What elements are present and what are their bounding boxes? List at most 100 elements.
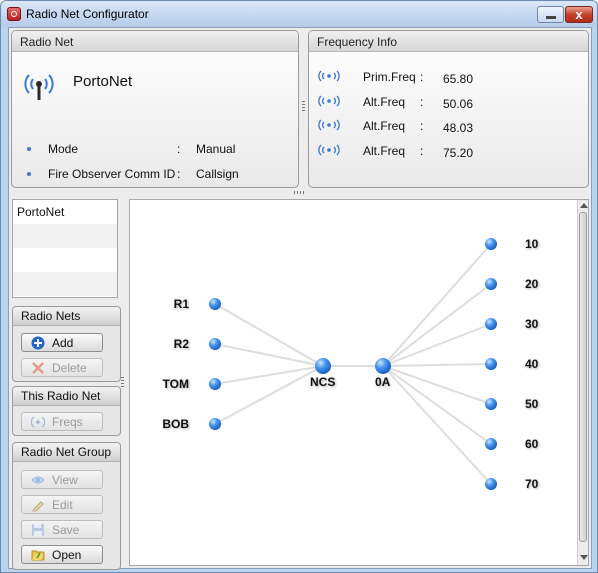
mode-colon: :: [177, 142, 181, 156]
graph-edge: [382, 363, 492, 367]
wave-icon: [318, 95, 340, 107]
wave-icon: [31, 416, 45, 428]
freq-value: 75.20: [443, 146, 474, 160]
graph-node-label: 20: [525, 277, 539, 291]
minimize-button[interactable]: [537, 6, 564, 23]
title-bar[interactable]: Radio Net Configurator x: [1, 1, 597, 27]
add-button[interactable]: Add: [21, 333, 103, 352]
frequency-info-panel-title: Frequency Info: [317, 35, 398, 49]
save-button[interactable]: Save: [21, 520, 103, 539]
bullet-icon: [27, 147, 31, 151]
list-item-empty: [13, 248, 117, 272]
main-window: Radio Net Configurator x Radio Net Porto…: [0, 0, 598, 573]
graph-node-label: BOB: [162, 417, 189, 431]
this-radio-net-group: This Radio Net Freqs: [12, 386, 121, 436]
freqs-button-label: Freqs: [52, 415, 83, 429]
edit-button[interactable]: Edit: [21, 495, 103, 514]
list-item-empty: [13, 224, 117, 248]
graph-edge: [382, 365, 492, 485]
graph-node-70[interactable]: [485, 478, 497, 490]
freq-colon: :: [420, 70, 424, 84]
net-graph: [209, 238, 497, 490]
folder-icon: [31, 550, 45, 561]
freq-label: Alt.Freq: [363, 144, 406, 158]
freq-value: 48.03: [443, 121, 474, 135]
graph-node-ncs[interactable]: [315, 358, 331, 374]
graph-node-40[interactable]: [485, 358, 497, 370]
red-x-icon: [32, 362, 44, 374]
radio-net-panel: Radio Net PortoNet Mode : Manual Fire Ob…: [11, 30, 299, 188]
graph-node-30[interactable]: [485, 318, 497, 330]
freq-value: 65.80: [443, 72, 474, 86]
graph-node-bob[interactable]: [209, 418, 221, 430]
list-item-label: PortoNet: [17, 205, 65, 219]
list-item-empty: [13, 272, 117, 296]
side-splitter-grip[interactable]: [121, 377, 124, 389]
graph-node-label: NCS: [310, 375, 336, 389]
graph-node-50[interactable]: [485, 398, 497, 410]
graph-node-0a[interactable]: [375, 358, 391, 374]
frequency-info-panel-header: Frequency Info: [309, 31, 588, 52]
vertical-splitter-grip[interactable]: [302, 101, 305, 113]
wave-icon: [318, 119, 340, 131]
freq-colon: :: [420, 144, 424, 158]
graph-edge: [214, 343, 324, 367]
window-title: Radio Net Configurator: [26, 7, 149, 21]
scroll-down-arrow[interactable]: [580, 555, 588, 560]
graph-edge: [382, 323, 492, 367]
graph-node-20[interactable]: [485, 278, 497, 290]
comm-id-label: Fire Observer Comm ID: [48, 167, 176, 181]
add-button-label: Add: [52, 336, 74, 350]
this-radio-net-group-header: This Radio Net: [13, 387, 120, 406]
delete-button[interactable]: Delete: [21, 358, 103, 377]
radio-net-panel-title: Radio Net: [20, 35, 74, 49]
graph-edge: [382, 243, 492, 367]
radio-net-group-group: Radio Net Group View Edit Save Open: [12, 442, 121, 570]
graph-node-r2[interactable]: [209, 338, 221, 350]
app-icon: [7, 7, 21, 21]
graph-node-r1[interactable]: [209, 298, 221, 310]
view-button[interactable]: View: [21, 470, 103, 489]
client-area: Radio Net PortoNet Mode : Manual Fire Ob…: [8, 27, 592, 570]
close-button[interactable]: x: [565, 6, 593, 23]
graph-node-10[interactable]: [485, 238, 497, 250]
graph-node-label: R1: [173, 297, 189, 311]
edit-button-label: Edit: [52, 498, 73, 512]
radio-net-diagram[interactable]: R1 R2 TOM BOB NCS 0A 10 20 30 40 50 60 70: [129, 199, 589, 566]
open-button[interactable]: Open: [21, 545, 103, 564]
graph-edge: [214, 303, 324, 367]
radio-net-panel-header: Radio Net: [12, 31, 298, 52]
freqs-button[interactable]: Freqs: [21, 412, 103, 431]
graph-node-tom[interactable]: [209, 378, 221, 390]
vertical-scrollbar[interactable]: [577, 200, 588, 565]
scroll-up-arrow[interactable]: [580, 203, 588, 208]
delete-button-label: Delete: [52, 361, 87, 375]
comm-id-value: Callsign: [196, 167, 239, 181]
graph-node-60[interactable]: [485, 438, 497, 450]
wave-icon: [318, 70, 340, 82]
plus-circle-icon: [31, 336, 45, 350]
radio-tower-icon: [24, 74, 54, 100]
graph-node-label: TOM: [162, 377, 189, 391]
radio-nets-group: Radio Nets Add Delete: [12, 306, 121, 382]
radio-nets-group-title: Radio Nets: [21, 309, 81, 323]
freq-colon: :: [420, 95, 424, 109]
mode-label: Mode: [48, 142, 79, 156]
mode-value: Manual: [196, 142, 236, 156]
graph-node-label: 0A: [375, 375, 391, 389]
freq-colon: :: [420, 119, 424, 133]
scroll-thumb[interactable]: [579, 212, 587, 542]
radio-nets-group-header: Radio Nets: [13, 307, 120, 326]
freq-label: Prim.Freq: [363, 70, 416, 84]
radio-net-group-title: Radio Net Group: [21, 445, 112, 459]
list-item[interactable]: PortoNet: [13, 200, 117, 224]
radio-net-list[interactable]: PortoNet: [12, 199, 118, 298]
graph-node-label: 10: [525, 237, 539, 251]
view-button-label: View: [52, 473, 78, 487]
open-button-label: Open: [52, 548, 82, 562]
horizontal-splitter-grip[interactable]: [294, 191, 306, 194]
bullet-icon: [27, 172, 31, 176]
freq-value: 50.06: [443, 97, 474, 111]
eye-icon: [31, 476, 45, 484]
graph-node-label: R2: [173, 337, 189, 351]
